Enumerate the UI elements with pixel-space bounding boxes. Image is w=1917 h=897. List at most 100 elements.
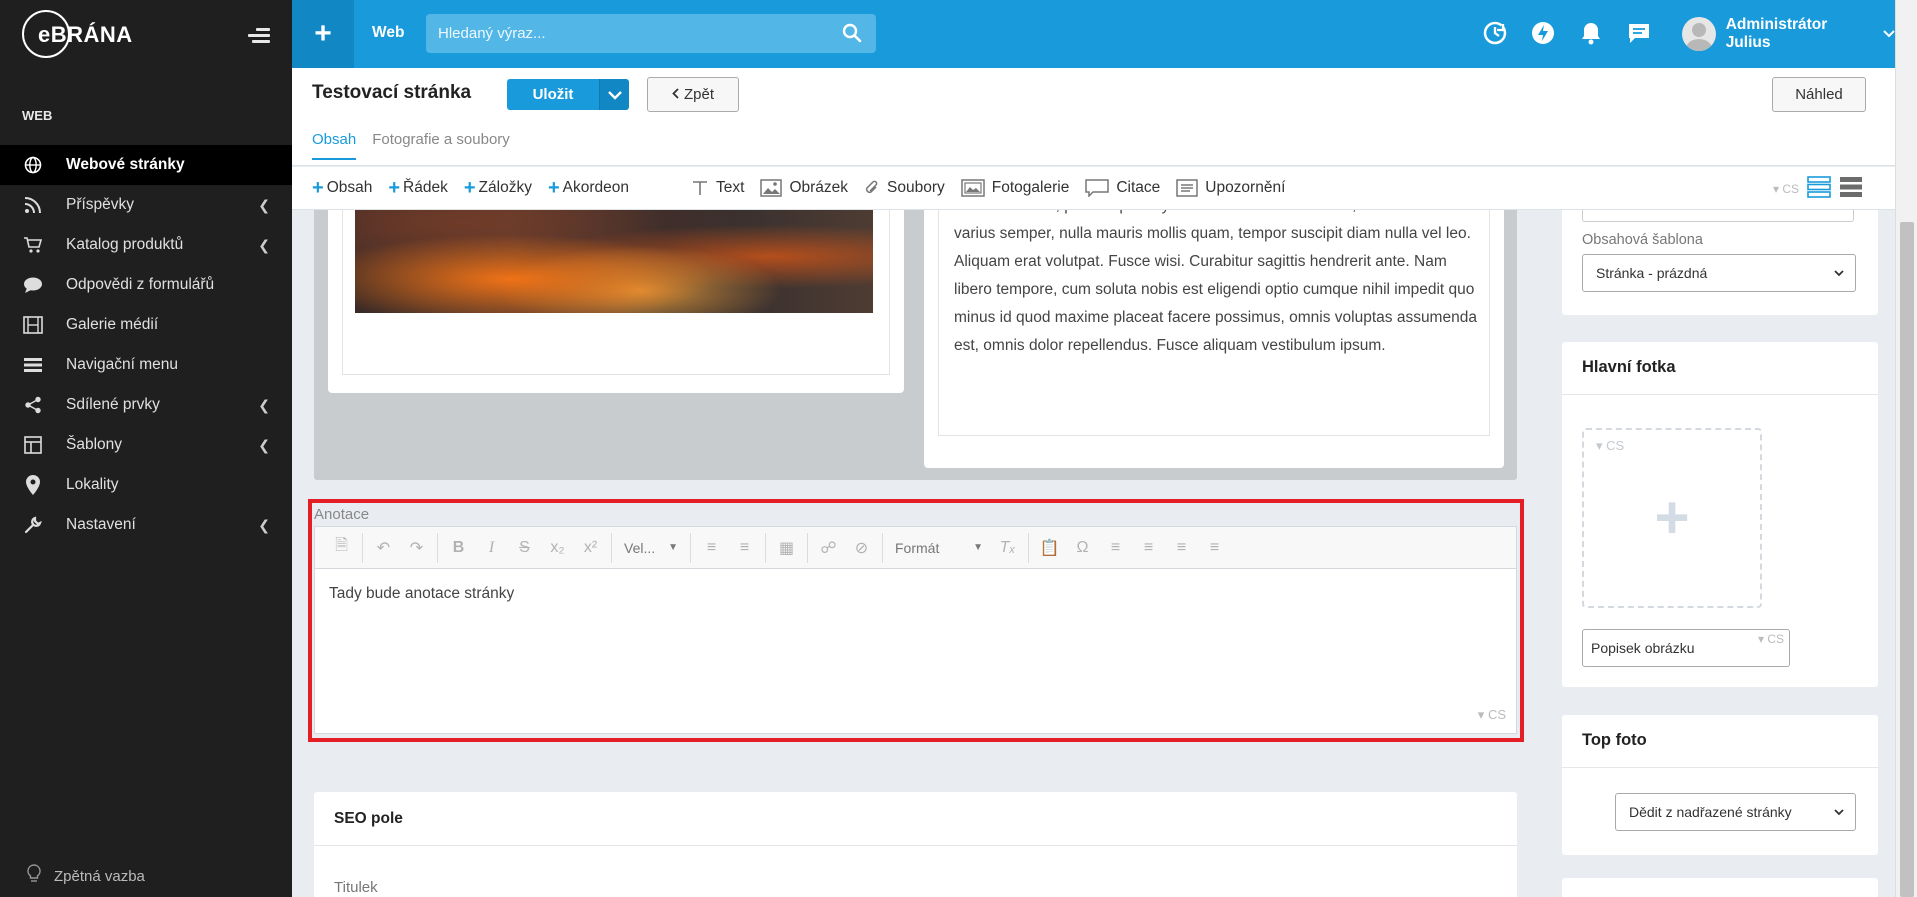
feedback-label: Zpětná vazba bbox=[54, 867, 145, 885]
logo[interactable]: eBRÁNA bbox=[22, 10, 132, 60]
sidebar-item-label: Odpovědi z formulářů bbox=[66, 276, 215, 293]
caption-language-indicator: ▾ CS bbox=[1757, 632, 1784, 646]
seo-title: SEO pole bbox=[334, 810, 403, 827]
search-input[interactable] bbox=[426, 14, 826, 53]
text-block[interactable]: conubia nostra, per inceptos hymenaeos. … bbox=[924, 210, 1504, 468]
add-akordeon-label: Akordeon bbox=[562, 179, 629, 196]
chevron-down-icon bbox=[607, 87, 622, 103]
photo-dropzone[interactable]: ▾ CS + bbox=[1582, 428, 1762, 608]
chevron-left-icon: ❮ bbox=[258, 236, 270, 253]
chevron-down-icon bbox=[1833, 266, 1845, 282]
scrollbar[interactable] bbox=[1895, 0, 1917, 897]
tab-fotografie-a-soubory[interactable]: Fotografie a soubory bbox=[372, 131, 510, 160]
main-photo-card: Hlavní fotka ▾ CS + Popisek obrázku ▾ CS bbox=[1562, 342, 1878, 687]
page-title: Testovací stránka bbox=[312, 82, 472, 103]
template-icon bbox=[22, 434, 44, 456]
layout-compact-icon[interactable] bbox=[1839, 175, 1863, 202]
add-obsah-button[interactable]: + Obsah bbox=[312, 177, 372, 200]
block-upozorneni-label: Upozornění bbox=[1205, 179, 1286, 196]
history-icon[interactable] bbox=[1482, 20, 1508, 46]
section-label: WEB bbox=[22, 108, 53, 123]
sidebar-item-navigacni-menu[interactable]: Navigační menu bbox=[0, 345, 292, 385]
messages-icon[interactable] bbox=[1626, 20, 1652, 46]
plus-icon: + bbox=[312, 176, 324, 199]
back-button[interactable]: Zpět bbox=[647, 77, 739, 112]
top-photo-value: Dědit z nadřazené stránky bbox=[1629, 804, 1792, 820]
chevron-left-icon: ❮ bbox=[258, 516, 270, 533]
add-new-button[interactable]: + bbox=[292, 0, 354, 68]
block-soubory[interactable]: Soubory bbox=[864, 179, 945, 197]
lightbulb-icon bbox=[26, 864, 42, 888]
add-radek-label: Řádek bbox=[403, 179, 448, 196]
sidebar-item-galerie-medii[interactable]: Galerie médií bbox=[0, 305, 292, 345]
block-text[interactable]: Text bbox=[691, 179, 744, 197]
text-block-content: conubia nostra, per inceptos hymenaeos. … bbox=[954, 210, 1477, 354]
sidebar-item-odpovedi-z-formularu[interactable]: Odpovědi z formulářů bbox=[0, 265, 292, 305]
image-block[interactable] bbox=[328, 210, 904, 393]
sidebar: eBRÁNA WEB Webové stránky Příspěvky ❮ Ka… bbox=[0, 0, 292, 897]
add-obsah-label: Obsah bbox=[326, 179, 373, 196]
sidebar-item-label: Galerie médií bbox=[66, 316, 159, 333]
add-radek-button[interactable]: + Řádek bbox=[388, 177, 448, 200]
wrench-icon bbox=[22, 514, 44, 536]
block-obrazek[interactable]: Obrázek bbox=[760, 179, 848, 197]
bolt-icon[interactable] bbox=[1530, 20, 1556, 46]
user-name: Administrátor Julius bbox=[1725, 16, 1828, 51]
sidebar-item-label: Webové stránky bbox=[66, 156, 185, 173]
paperclip-icon bbox=[864, 179, 880, 197]
block-toolbar: + Obsah + Řádek + Záložky + Akordeon Text Ob… bbox=[292, 167, 1895, 210]
web-label[interactable]: Web bbox=[372, 24, 404, 42]
sidebar-nav: Webové stránky Příspěvky ❮ Katalog produ… bbox=[0, 145, 292, 545]
add-photo-icon: + bbox=[1654, 484, 1690, 551]
topbar: + Web Administrátor Julius bbox=[292, 0, 1895, 68]
feedback-link[interactable]: Zpětná vazba bbox=[26, 864, 145, 888]
chevron-down-icon bbox=[1883, 25, 1895, 43]
sidebar-item-label: Příspěvky bbox=[66, 196, 135, 213]
save-dropdown-button[interactable] bbox=[599, 79, 629, 110]
block-fotogalerie[interactable]: Fotogalerie bbox=[961, 179, 1069, 197]
collapse-menu-icon[interactable] bbox=[248, 28, 270, 46]
layout-list-icon[interactable] bbox=[1807, 175, 1831, 202]
user-menu[interactable]: Administrátor Julius bbox=[1682, 16, 1895, 52]
annotation-highlight-outline bbox=[308, 499, 1524, 742]
top-photo-select[interactable]: Dědit z nadřazené stránky bbox=[1615, 793, 1856, 831]
sidebar-item-label: Šablony bbox=[66, 436, 123, 453]
sidebar-item-webove-stranky[interactable]: Webové stránky bbox=[0, 145, 292, 185]
add-zalozky-button[interactable]: + Záložky bbox=[464, 177, 532, 200]
sidebar-item-nastaveni[interactable]: Nastavení ❮ bbox=[0, 505, 292, 545]
bell-icon[interactable] bbox=[1578, 20, 1604, 46]
sidebar-item-lokality[interactable]: Lokality bbox=[0, 465, 292, 505]
block-text-label: Text bbox=[716, 179, 745, 196]
tab-obsah[interactable]: Obsah bbox=[312, 131, 357, 160]
template-select[interactable]: Stránka - prázdná bbox=[1582, 254, 1856, 292]
photo-language-indicator: ▾ CS bbox=[1596, 438, 1625, 453]
top-photo-title: Top foto bbox=[1582, 731, 1647, 749]
avatar bbox=[1682, 17, 1716, 51]
sidebar-item-sablony[interactable]: Šablony ❮ bbox=[0, 425, 292, 465]
sidebar-item-sdilene-prvky[interactable]: Sdílené prvky ❮ bbox=[0, 385, 292, 425]
save-button[interactable]: Uložit bbox=[507, 79, 599, 110]
chat-icon bbox=[22, 274, 44, 296]
divider bbox=[314, 845, 1517, 846]
block-upozorneni[interactable]: Upozornění bbox=[1176, 179, 1285, 197]
sidebar-item-prispevky[interactable]: Příspěvky ❮ bbox=[0, 185, 292, 225]
image-icon bbox=[760, 179, 783, 197]
sidebar-item-label: Sdílené prvky bbox=[66, 396, 160, 413]
search-icon[interactable] bbox=[842, 23, 862, 46]
plus-icon: + bbox=[388, 176, 401, 199]
seo-title-label: Titulek bbox=[334, 879, 378, 896]
caption-language-code: CS bbox=[1767, 632, 1784, 646]
block-image bbox=[355, 210, 873, 313]
block-citace[interactable]: Citace bbox=[1085, 179, 1160, 197]
scrollbar-thumb[interactable] bbox=[1900, 222, 1914, 897]
sidebar-item-katalog-produktu[interactable]: Katalog produktů ❮ bbox=[0, 225, 292, 265]
add-akordeon-button[interactable]: + Akordeon bbox=[548, 177, 629, 200]
caption-input[interactable]: Popisek obrázku ▾ CS bbox=[1582, 629, 1790, 667]
template-value: Stránka - prázdná bbox=[1596, 265, 1708, 281]
top-input[interactable] bbox=[1582, 210, 1854, 222]
map-pin-icon bbox=[22, 474, 44, 496]
language-indicator[interactable]: ▾ CS bbox=[1773, 182, 1799, 196]
language-code: CS bbox=[1782, 181, 1799, 196]
template-card: Obsahová šablona Stránka - prázdná bbox=[1562, 210, 1878, 315]
preview-button[interactable]: Náhled bbox=[1772, 77, 1866, 112]
